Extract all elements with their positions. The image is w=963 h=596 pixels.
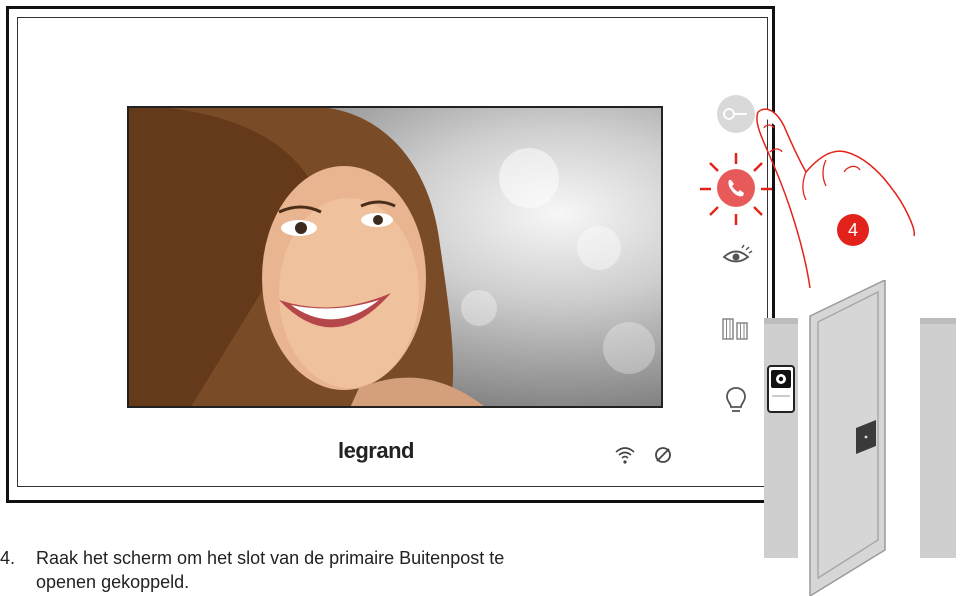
video-feed [127, 106, 663, 408]
gate-icon [722, 318, 748, 340]
step-badge: 4 [837, 214, 869, 246]
hand-pointer [756, 108, 915, 289]
light-button[interactable] [722, 385, 750, 417]
gate-button[interactable] [720, 313, 756, 343]
instruction-line-2: openen gekoppeld. [36, 572, 190, 592]
legrand-logo: legrand [338, 438, 414, 463]
instruction-line-1: Raak het scherm om het slot van de prima… [36, 548, 505, 568]
instruction-number: 4. [0, 548, 16, 568]
do-not-disturb-icon [653, 445, 673, 465]
caller-image [129, 108, 661, 406]
door-illustration [764, 280, 956, 596]
wifi-icon [613, 444, 637, 466]
light-bulb-icon [726, 387, 746, 412]
